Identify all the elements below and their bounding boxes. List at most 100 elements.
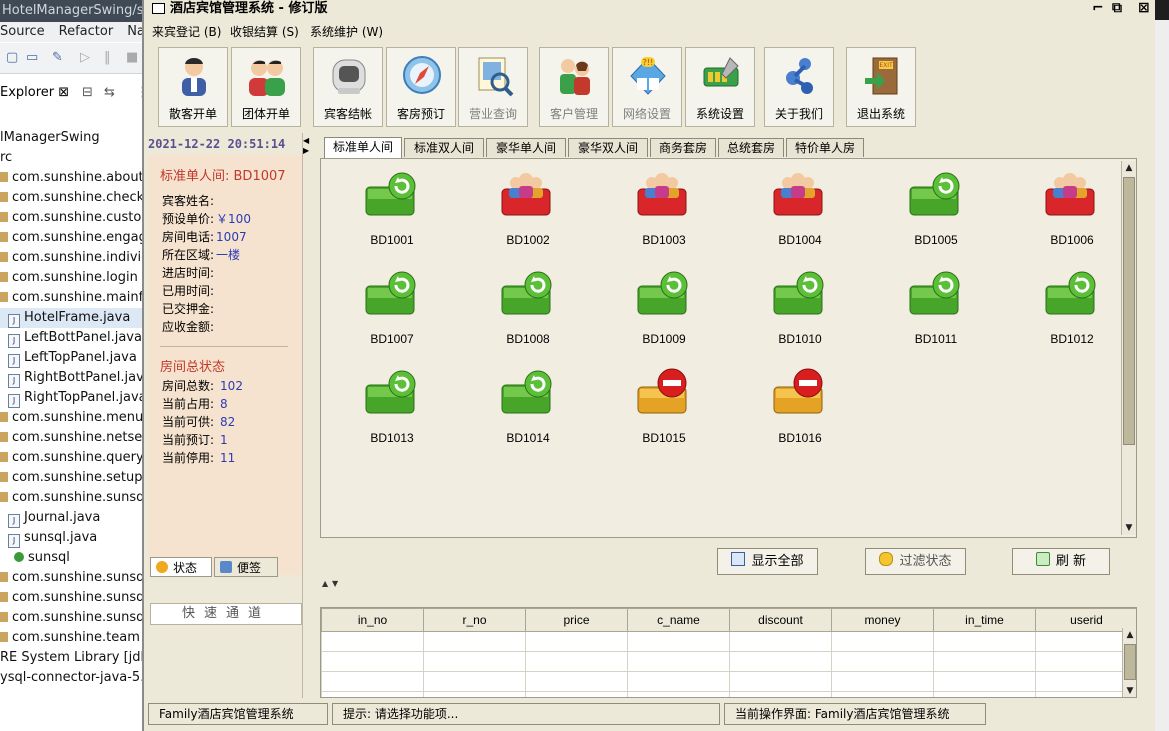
tree-item[interactable]: com.sunshine.customer (0, 208, 150, 228)
tree-item[interactable]: lManagerSwing (0, 128, 150, 148)
column-header-price[interactable]: price (525, 608, 628, 632)
room-tile[interactable]: BD1009 (624, 268, 704, 348)
table-cell[interactable] (831, 651, 934, 672)
tab-notes[interactable]: 便签 (214, 557, 278, 577)
table-cell[interactable] (627, 651, 730, 672)
table-cell[interactable] (423, 691, 526, 697)
table-cell[interactable] (729, 631, 832, 652)
tree-item[interactable]: rc (0, 148, 150, 168)
table-cell[interactable] (933, 671, 1036, 692)
column-header-in-time[interactable]: in_time (933, 608, 1036, 632)
room-tile[interactable]: BD1010 (760, 268, 840, 348)
room-tab[interactable]: 豪华单人间 (486, 138, 566, 157)
tree-item[interactable]: com.sunshine.netsetup (0, 428, 150, 448)
link-editor-icon[interactable]: ⇆ (104, 82, 115, 104)
ide-toolbar-icon[interactable]: ✎ (52, 51, 66, 65)
filter-status-button[interactable]: 过滤状态 (865, 548, 966, 575)
table-cell[interactable] (729, 651, 832, 672)
room-tile[interactable]: BD1001 (352, 169, 432, 249)
ide-toolbar-icon[interactable]: ▭ (26, 51, 40, 65)
room-tile[interactable]: BD1012 (1032, 268, 1112, 348)
toolbar-button-8[interactable]: 系统设置 (685, 47, 755, 127)
table-row[interactable] (321, 671, 1136, 692)
table-row[interactable] (321, 651, 1136, 672)
table-row[interactable] (321, 631, 1136, 652)
table-cell[interactable] (321, 651, 424, 672)
collapse-arrow-icon[interactable]: ◀ (303, 137, 309, 145)
table-cell[interactable] (831, 631, 934, 652)
table-cell[interactable] (627, 671, 730, 692)
room-tile[interactable]: BD1002 (488, 169, 568, 249)
column-header-in-no[interactable]: in_no (321, 608, 424, 632)
toolbar-button-6[interactable]: 客户管理 (539, 47, 609, 127)
tree-item[interactable]: ysql-connector-java-5.1 (0, 668, 150, 688)
tree-item[interactable]: com.sunshine.mainframe (0, 288, 150, 308)
room-tile[interactable]: BD1013 (352, 367, 432, 447)
scroll-down-icon[interactable]: ▼ (1122, 521, 1136, 535)
ide-stop-icon[interactable]: ■ (126, 51, 140, 65)
table-cell[interactable] (423, 671, 526, 692)
tree-item[interactable]: com.sunshine.individual (0, 248, 150, 268)
collapse-all-icon[interactable]: ⊟ (82, 82, 93, 104)
split-down-icon[interactable]: ▼ (332, 580, 338, 588)
table-cell[interactable] (729, 691, 832, 697)
room-tile[interactable]: BD1004 (760, 169, 840, 249)
package-explorer-tab[interactable]: Explorer ⊠ ⊟ ⇆ ⋮ (0, 82, 150, 104)
scroll-thumb[interactable] (1123, 177, 1135, 445)
refresh-button[interactable]: 刷 新 (1012, 548, 1110, 575)
table-cell[interactable] (423, 651, 526, 672)
tree-item[interactable]: J RightBottPanel.java (0, 368, 150, 388)
room-tile[interactable]: BD1016 (760, 367, 840, 447)
table-cell[interactable] (933, 631, 1036, 652)
table-cell[interactable] (627, 631, 730, 652)
tree-item[interactable]: com.sunshine.login (0, 268, 150, 288)
ide-menu-item[interactable]: Source (0, 24, 45, 39)
tree-item[interactable]: com.sunshine.setup (0, 468, 150, 488)
tree-item[interactable]: J HotelFrame.java (0, 308, 150, 328)
tree-item[interactable]: com.sunshine.sunsdk.s (0, 488, 150, 508)
room-tab[interactable]: 特价单人房 (786, 138, 864, 157)
bottom-splitter[interactable]: ▲ ▼ (320, 580, 1137, 588)
room-tab[interactable]: 豪华双人间 (568, 138, 648, 157)
table-cell[interactable] (525, 671, 628, 692)
table-row[interactable] (321, 691, 1136, 697)
ide-run-icon[interactable]: ▷ (80, 51, 94, 65)
table-cell[interactable] (321, 691, 424, 697)
tree-item[interactable]: RE System Library [jdk1.8 (0, 648, 150, 668)
table-cell[interactable] (831, 691, 934, 697)
toolbar-button-1[interactable]: 散客开单 (158, 47, 228, 127)
table-cell[interactable] (423, 631, 526, 652)
tree-item[interactable]: com.sunshine.team (0, 628, 150, 648)
table-cell[interactable] (831, 671, 934, 692)
table-cell[interactable] (525, 691, 628, 697)
toolbar-button-5[interactable]: 营业查询 (458, 47, 528, 127)
column-header-discount[interactable]: discount (729, 608, 832, 632)
tree-item[interactable]: com.sunshine.checkout (0, 188, 150, 208)
toolbar-button-3[interactable]: 宾客结帐 (313, 47, 383, 127)
expand-arrow-icon[interactable]: ▶ (303, 147, 309, 155)
table-cell[interactable] (933, 691, 1036, 697)
tree-item[interactable]: com.sunshine.query (0, 448, 150, 468)
toolbar-button-9[interactable]: 关于我们 (764, 47, 834, 127)
split-up-icon[interactable]: ▲ (322, 580, 328, 588)
room-tile[interactable]: BD1003 (624, 169, 704, 249)
room-tile[interactable]: BD1005 (896, 169, 976, 249)
tree-item[interactable]: J RightTopPanel.java (0, 388, 150, 408)
toolbar-button-2[interactable]: 团体开单 (231, 47, 301, 127)
show-all-button[interactable]: 显示全部 (717, 548, 818, 575)
tree-item[interactable]: com.sunshine.sunsdk.s (0, 608, 150, 628)
room-tile[interactable]: BD1011 (896, 268, 976, 348)
split-divider[interactable]: ◀ ▶ (302, 133, 311, 698)
room-tile[interactable]: BD1015 (624, 367, 704, 447)
tree-item[interactable]: com.sunshine.sunsdk.s (0, 568, 150, 588)
table-scrollbar[interactable]: ▲ ▼ (1122, 628, 1136, 697)
room-tile[interactable]: BD1008 (488, 268, 568, 348)
room-tile[interactable]: BD1014 (488, 367, 568, 447)
tree-item[interactable]: com.sunshine.sunsdk.s (0, 588, 150, 608)
tree-item[interactable]: sunsql (0, 548, 150, 568)
menu-cashier[interactable]: 收银结算 (S) (230, 22, 299, 42)
toolbar-button-7[interactable]: ?!! 网络设置 (612, 47, 682, 127)
table-scroll-up-icon[interactable]: ▲ (1123, 628, 1136, 642)
tree-item[interactable]: J Journal.java (0, 508, 150, 528)
minimize-icon[interactable]: ⌐ (1092, 0, 1104, 16)
